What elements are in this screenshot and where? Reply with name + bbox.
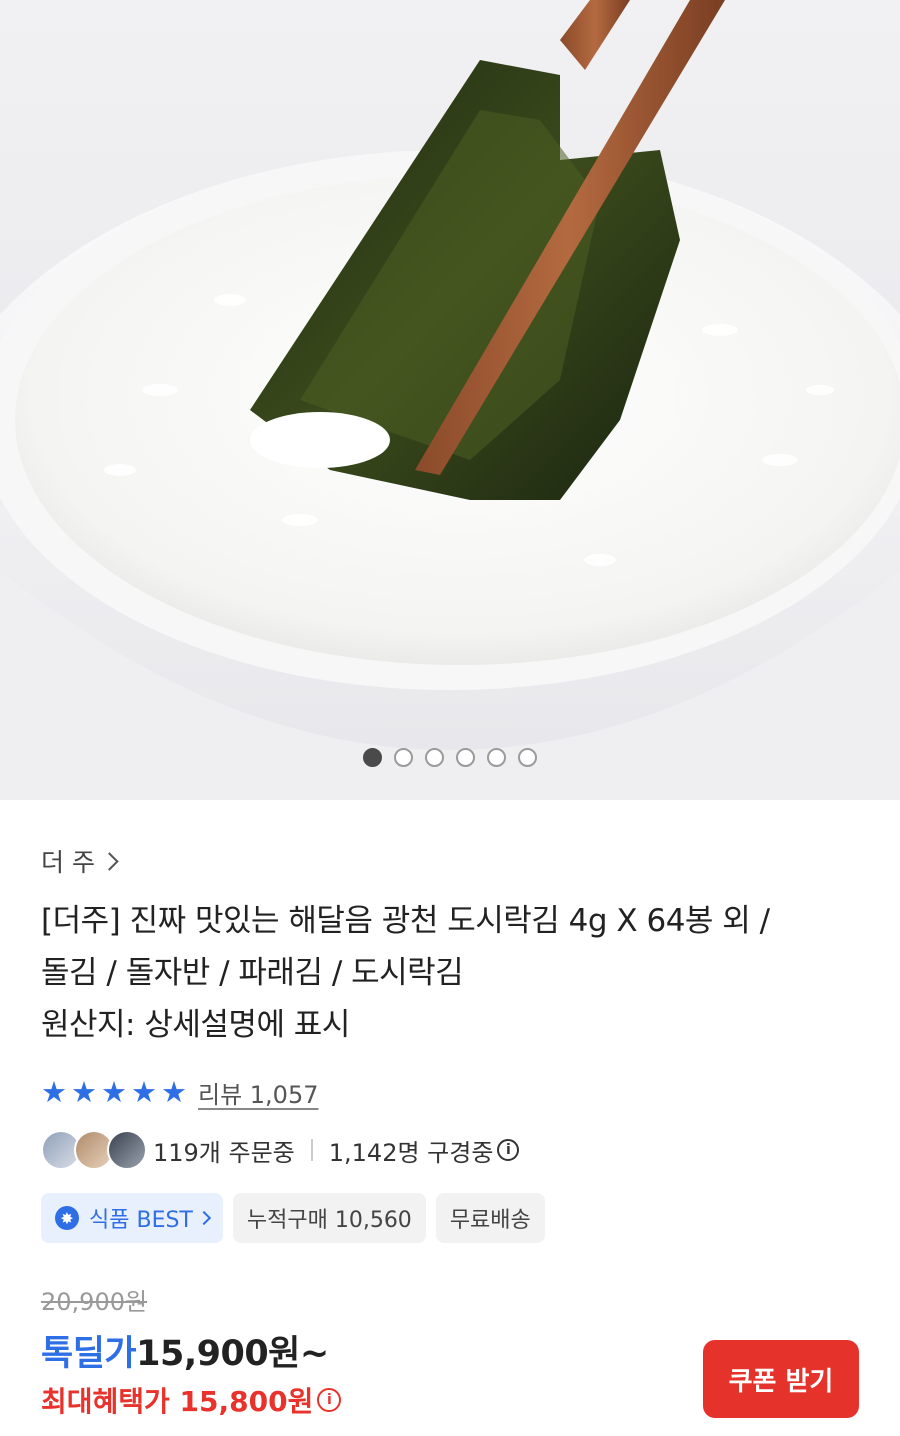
- brand-name: 더 주: [41, 848, 95, 877]
- deal-label: 톡딜가: [41, 1334, 137, 1374]
- original-price: 20,900원: [41, 1288, 148, 1316]
- star-icon: ★: [101, 1075, 127, 1109]
- star-icon: ★: [161, 1075, 187, 1109]
- gallery-dot[interactable]: [425, 748, 444, 767]
- max-benefit-price-row: 최대혜택가 15,800원 i: [41, 1380, 342, 1420]
- brand-link[interactable]: 더 주: [41, 843, 119, 879]
- star-icon: ★: [71, 1075, 97, 1109]
- star-icon: ★: [41, 1075, 67, 1109]
- get-coupon-button[interactable]: 쿠폰 받기: [703, 1340, 859, 1418]
- chevron-right-icon: [100, 851, 119, 871]
- divider: [310, 1139, 313, 1161]
- title-line: [더주] 진짜 맛있는 해달음 광천 도시락김 4g X 64봉 외 /: [41, 903, 770, 939]
- deal-price: 15,900원~: [136, 1334, 329, 1374]
- chevron-right-icon: [196, 1210, 211, 1226]
- best-badge[interactable]: ✸ 식품 BEST: [41, 1193, 223, 1243]
- gallery-dot[interactable]: [456, 748, 475, 767]
- info-icon[interactable]: i: [497, 1139, 520, 1161]
- cumulative-purchase-badge: 누적구매 10,560: [232, 1193, 426, 1243]
- product-title: [더주] 진짜 맛있는 해달음 광천 도시락김 4g X 64봉 외 / 돌김 …: [41, 895, 871, 1051]
- max-benefit-price: 최대혜택가 15,800원: [41, 1385, 314, 1418]
- deal-price-row: 톡딜가15,900원~: [41, 1325, 329, 1376]
- star-icon: ★: [131, 1075, 157, 1109]
- rating-row[interactable]: ★ ★ ★ ★ ★ 리뷰 1,057: [41, 1075, 319, 1110]
- gallery-dot[interactable]: [363, 748, 382, 767]
- product-photo: [0, 0, 900, 800]
- gallery-dot[interactable]: [518, 748, 537, 767]
- gallery-dot[interactable]: [394, 748, 413, 767]
- origin-line: 원산지: 상세설명에 표시: [41, 1007, 350, 1043]
- title-line: 돌김 / 돌자반 / 파래김 / 도시락김: [41, 955, 464, 991]
- star-rating: ★ ★ ★ ★ ★: [41, 1078, 190, 1107]
- best-badge-label: 식품 BEST: [89, 1208, 193, 1233]
- review-count-link[interactable]: 리뷰 1,057: [198, 1075, 319, 1110]
- badge-row: ✸ 식품 BEST 누적구매 10,560 무료배송: [41, 1193, 545, 1243]
- ordering-count: 119개 주문중: [153, 1138, 295, 1167]
- free-shipping-badge: 무료배송: [435, 1193, 545, 1243]
- viewing-count: 1,142명 구경중: [328, 1138, 494, 1167]
- avatar: [107, 1130, 147, 1170]
- gallery-dot[interactable]: [487, 748, 506, 767]
- product-image-gallery[interactable]: [0, 0, 900, 800]
- gear-icon: ✸: [55, 1206, 79, 1230]
- buyer-avatars: [41, 1130, 147, 1170]
- info-icon[interactable]: i: [317, 1388, 342, 1412]
- gallery-pagination[interactable]: [0, 748, 900, 767]
- social-proof: 119개 주문중 1,142명 구경중 i: [41, 1130, 520, 1170]
